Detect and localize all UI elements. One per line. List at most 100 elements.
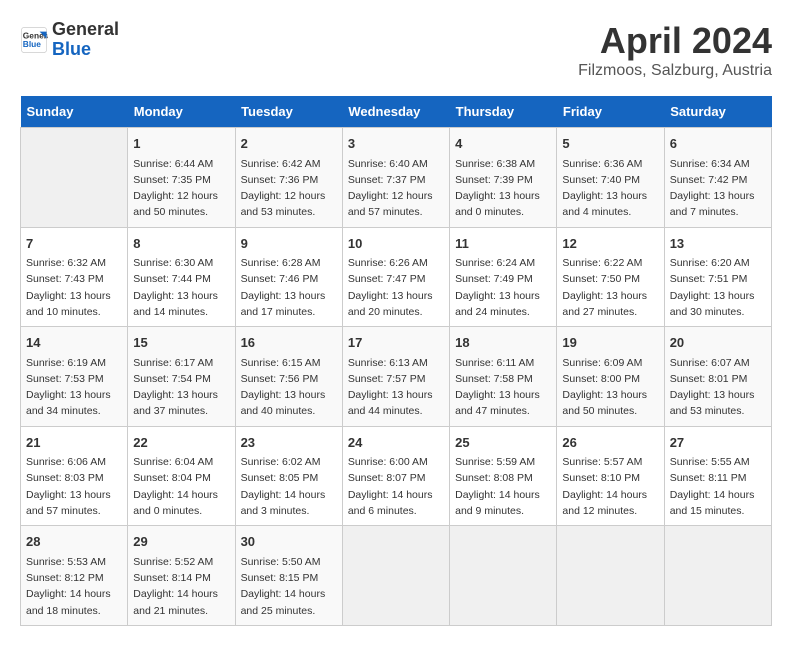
logo: General Blue General Blue [20, 20, 119, 60]
calendar-cell: 16Sunrise: 6:15 AMSunset: 7:56 PMDayligh… [235, 327, 342, 427]
day-info: Sunrise: 6:07 AMSunset: 8:01 PMDaylight:… [670, 355, 766, 420]
svg-text:Blue: Blue [23, 39, 41, 49]
day-number: 7 [26, 234, 122, 254]
calendar-cell: 5Sunrise: 6:36 AMSunset: 7:40 PMDaylight… [557, 128, 664, 228]
day-info: Sunrise: 6:38 AMSunset: 7:39 PMDaylight:… [455, 156, 551, 221]
calendar-title: April 2024 [578, 20, 772, 62]
day-info: Sunrise: 5:53 AMSunset: 8:12 PMDaylight:… [26, 554, 122, 619]
day-number: 5 [562, 134, 658, 154]
day-info: Sunrise: 6:40 AMSunset: 7:37 PMDaylight:… [348, 156, 444, 221]
day-number: 24 [348, 433, 444, 453]
day-info: Sunrise: 6:24 AMSunset: 7:49 PMDaylight:… [455, 255, 551, 320]
calendar-subtitle: Filzmoos, Salzburg, Austria [578, 62, 772, 80]
title-block: April 2024 Filzmoos, Salzburg, Austria [578, 20, 772, 80]
day-info: Sunrise: 5:59 AMSunset: 8:08 PMDaylight:… [455, 454, 551, 519]
day-info: Sunrise: 6:36 AMSunset: 7:40 PMDaylight:… [562, 156, 658, 221]
day-info: Sunrise: 6:30 AMSunset: 7:44 PMDaylight:… [133, 255, 229, 320]
calendar-cell: 14Sunrise: 6:19 AMSunset: 7:53 PMDayligh… [21, 327, 128, 427]
day-number: 3 [348, 134, 444, 154]
week-row-4: 21Sunrise: 6:06 AMSunset: 8:03 PMDayligh… [21, 426, 772, 526]
calendar-cell: 15Sunrise: 6:17 AMSunset: 7:54 PMDayligh… [128, 327, 235, 427]
day-info: Sunrise: 6:19 AMSunset: 7:53 PMDaylight:… [26, 355, 122, 420]
calendar-cell: 11Sunrise: 6:24 AMSunset: 7:49 PMDayligh… [450, 227, 557, 327]
calendar-cell [557, 526, 664, 626]
day-number: 15 [133, 333, 229, 353]
calendar-cell: 29Sunrise: 5:52 AMSunset: 8:14 PMDayligh… [128, 526, 235, 626]
day-number: 23 [241, 433, 337, 453]
days-header-row: SundayMondayTuesdayWednesdayThursdayFrid… [21, 96, 772, 128]
calendar-cell [664, 526, 771, 626]
day-number: 14 [26, 333, 122, 353]
calendar-cell: 2Sunrise: 6:42 AMSunset: 7:36 PMDaylight… [235, 128, 342, 228]
day-number: 1 [133, 134, 229, 154]
day-number: 17 [348, 333, 444, 353]
calendar-cell: 21Sunrise: 6:06 AMSunset: 8:03 PMDayligh… [21, 426, 128, 526]
day-number: 25 [455, 433, 551, 453]
calendar-cell: 12Sunrise: 6:22 AMSunset: 7:50 PMDayligh… [557, 227, 664, 327]
week-row-1: 1Sunrise: 6:44 AMSunset: 7:35 PMDaylight… [21, 128, 772, 228]
calendar-cell: 25Sunrise: 5:59 AMSunset: 8:08 PMDayligh… [450, 426, 557, 526]
day-number: 2 [241, 134, 337, 154]
day-number: 4 [455, 134, 551, 154]
week-row-3: 14Sunrise: 6:19 AMSunset: 7:53 PMDayligh… [21, 327, 772, 427]
day-info: Sunrise: 6:17 AMSunset: 7:54 PMDaylight:… [133, 355, 229, 420]
calendar-cell: 27Sunrise: 5:55 AMSunset: 8:11 PMDayligh… [664, 426, 771, 526]
calendar-cell: 10Sunrise: 6:26 AMSunset: 7:47 PMDayligh… [342, 227, 449, 327]
day-info: Sunrise: 5:52 AMSunset: 8:14 PMDaylight:… [133, 554, 229, 619]
day-info: Sunrise: 5:55 AMSunset: 8:11 PMDaylight:… [670, 454, 766, 519]
page-header: General Blue General Blue April 2024 Fil… [20, 20, 772, 80]
day-header-sunday: Sunday [21, 96, 128, 128]
calendar-cell: 22Sunrise: 6:04 AMSunset: 8:04 PMDayligh… [128, 426, 235, 526]
day-info: Sunrise: 6:28 AMSunset: 7:46 PMDaylight:… [241, 255, 337, 320]
day-number: 9 [241, 234, 337, 254]
logo-icon: General Blue [20, 26, 48, 54]
calendar-cell [21, 128, 128, 228]
logo-blue: Blue [52, 40, 119, 60]
day-info: Sunrise: 6:32 AMSunset: 7:43 PMDaylight:… [26, 255, 122, 320]
calendar-cell: 3Sunrise: 6:40 AMSunset: 7:37 PMDaylight… [342, 128, 449, 228]
day-info: Sunrise: 6:15 AMSunset: 7:56 PMDaylight:… [241, 355, 337, 420]
calendar-cell [450, 526, 557, 626]
week-row-5: 28Sunrise: 5:53 AMSunset: 8:12 PMDayligh… [21, 526, 772, 626]
day-header-thursday: Thursday [450, 96, 557, 128]
calendar-cell: 13Sunrise: 6:20 AMSunset: 7:51 PMDayligh… [664, 227, 771, 327]
day-header-friday: Friday [557, 96, 664, 128]
day-number: 11 [455, 234, 551, 254]
day-header-monday: Monday [128, 96, 235, 128]
day-number: 6 [670, 134, 766, 154]
day-number: 28 [26, 532, 122, 552]
calendar-cell: 4Sunrise: 6:38 AMSunset: 7:39 PMDaylight… [450, 128, 557, 228]
day-number: 21 [26, 433, 122, 453]
day-info: Sunrise: 6:44 AMSunset: 7:35 PMDaylight:… [133, 156, 229, 221]
calendar-cell [342, 526, 449, 626]
day-info: Sunrise: 6:02 AMSunset: 8:05 PMDaylight:… [241, 454, 337, 519]
day-number: 18 [455, 333, 551, 353]
calendar-cell: 17Sunrise: 6:13 AMSunset: 7:57 PMDayligh… [342, 327, 449, 427]
week-row-2: 7Sunrise: 6:32 AMSunset: 7:43 PMDaylight… [21, 227, 772, 327]
day-number: 13 [670, 234, 766, 254]
day-info: Sunrise: 5:50 AMSunset: 8:15 PMDaylight:… [241, 554, 337, 619]
calendar-cell: 6Sunrise: 6:34 AMSunset: 7:42 PMDaylight… [664, 128, 771, 228]
day-info: Sunrise: 6:42 AMSunset: 7:36 PMDaylight:… [241, 156, 337, 221]
day-header-wednesday: Wednesday [342, 96, 449, 128]
day-info: Sunrise: 5:57 AMSunset: 8:10 PMDaylight:… [562, 454, 658, 519]
day-info: Sunrise: 6:00 AMSunset: 8:07 PMDaylight:… [348, 454, 444, 519]
day-info: Sunrise: 6:34 AMSunset: 7:42 PMDaylight:… [670, 156, 766, 221]
day-info: Sunrise: 6:13 AMSunset: 7:57 PMDaylight:… [348, 355, 444, 420]
calendar-cell: 26Sunrise: 5:57 AMSunset: 8:10 PMDayligh… [557, 426, 664, 526]
logo-general: General [52, 20, 119, 40]
calendar-cell: 18Sunrise: 6:11 AMSunset: 7:58 PMDayligh… [450, 327, 557, 427]
calendar-cell: 7Sunrise: 6:32 AMSunset: 7:43 PMDaylight… [21, 227, 128, 327]
day-info: Sunrise: 6:06 AMSunset: 8:03 PMDaylight:… [26, 454, 122, 519]
day-number: 26 [562, 433, 658, 453]
day-number: 20 [670, 333, 766, 353]
day-number: 27 [670, 433, 766, 453]
day-number: 19 [562, 333, 658, 353]
calendar-table: SundayMondayTuesdayWednesdayThursdayFrid… [20, 96, 772, 626]
day-number: 22 [133, 433, 229, 453]
day-header-saturday: Saturday [664, 96, 771, 128]
day-number: 30 [241, 532, 337, 552]
calendar-cell: 20Sunrise: 6:07 AMSunset: 8:01 PMDayligh… [664, 327, 771, 427]
calendar-cell: 24Sunrise: 6:00 AMSunset: 8:07 PMDayligh… [342, 426, 449, 526]
calendar-cell: 1Sunrise: 6:44 AMSunset: 7:35 PMDaylight… [128, 128, 235, 228]
